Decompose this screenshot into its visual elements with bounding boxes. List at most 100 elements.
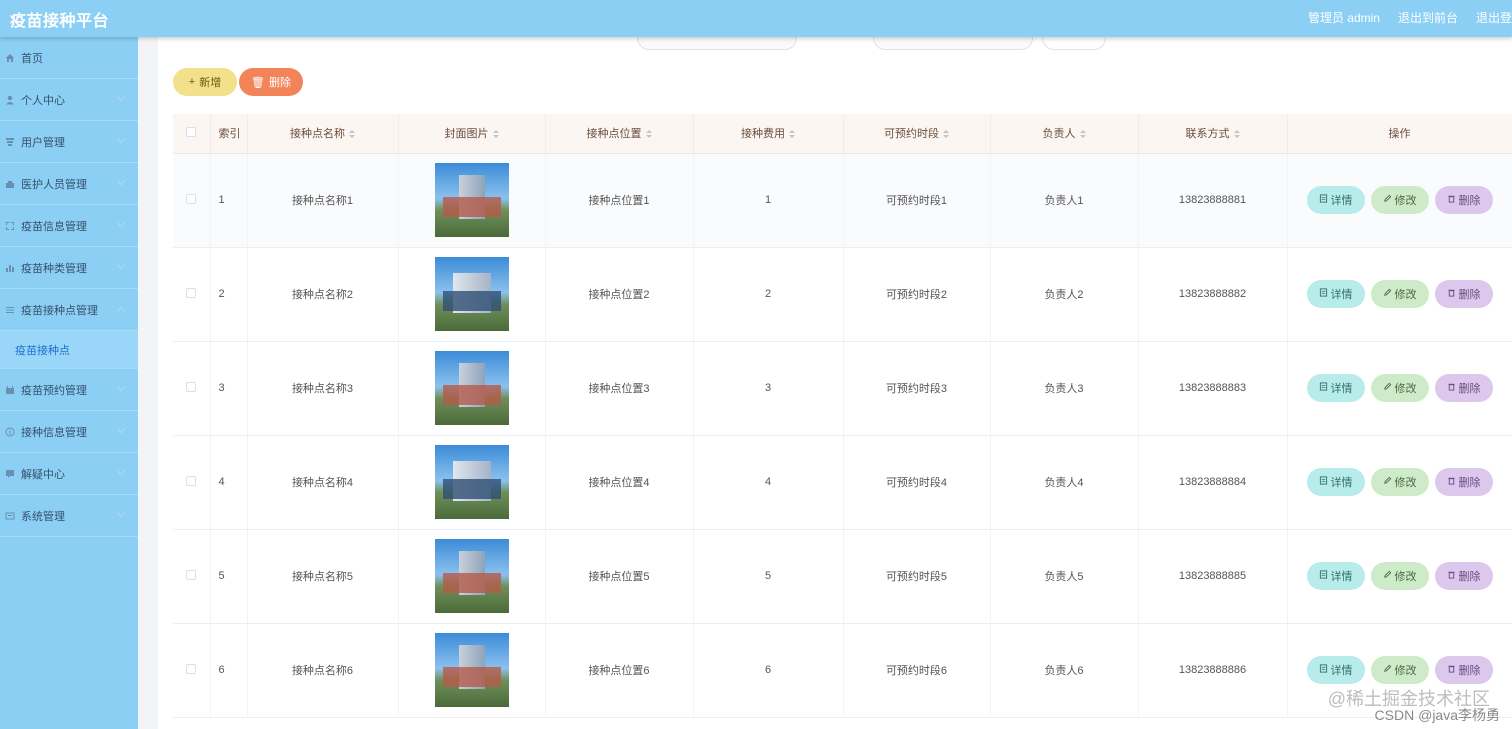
edit-button[interactable]: 修改 bbox=[1370, 186, 1429, 214]
delete-button[interactable]: 删除 bbox=[1434, 280, 1493, 308]
cover-image bbox=[434, 163, 509, 237]
sidebar-item-appointments[interactable]: 疫苗预约管理 bbox=[0, 369, 138, 411]
add-button[interactable]: + 新增 bbox=[173, 68, 237, 96]
sidebar-item-vaccination-points[interactable]: 疫苗接种点管理 bbox=[0, 289, 138, 331]
delete-button[interactable]: 删除 bbox=[1434, 374, 1493, 402]
column-header-cover[interactable]: 封面图片 bbox=[398, 114, 546, 154]
cover-image bbox=[434, 257, 509, 331]
row-checkbox[interactable] bbox=[186, 569, 197, 580]
row-checkbox[interactable] bbox=[186, 475, 197, 486]
detail-button[interactable]: 详情 bbox=[1306, 280, 1365, 308]
cell-cover bbox=[398, 341, 546, 436]
cell-slot: 可预约时段2 bbox=[843, 247, 991, 342]
logout-link[interactable]: 退出登 bbox=[1476, 9, 1512, 26]
sort-icon[interactable] bbox=[349, 129, 355, 139]
cell-slot: 可预约时段3 bbox=[843, 341, 991, 436]
table-row[interactable]: 4 接种点名称4 接种点位置4 4 可预约时段4 负责人4 13823888884 详情 修改删… bbox=[173, 435, 1512, 530]
select-all-header[interactable] bbox=[173, 114, 211, 154]
edit-button[interactable]: 修改 bbox=[1370, 374, 1429, 402]
row-select-cell[interactable] bbox=[173, 153, 211, 248]
row-select-cell[interactable] bbox=[173, 341, 211, 436]
cell-phone: 13823888883 bbox=[1138, 341, 1288, 436]
content-gutter bbox=[138, 37, 158, 729]
chevron-down-icon bbox=[116, 260, 126, 270]
row-checkbox[interactable] bbox=[186, 193, 197, 204]
column-header-slot[interactable]: 可预约时段 bbox=[843, 114, 991, 154]
column-header-owner[interactable]: 负责人 bbox=[990, 114, 1139, 154]
row-select-cell[interactable] bbox=[173, 623, 211, 718]
bar-chart-icon bbox=[4, 262, 16, 274]
question-icon bbox=[4, 468, 16, 480]
list-icon bbox=[4, 304, 16, 316]
select-all-checkbox[interactable] bbox=[186, 126, 197, 137]
cell-location: 接种点位置5 bbox=[545, 529, 694, 624]
detail-button[interactable]: 详情 bbox=[1306, 186, 1365, 214]
table-row[interactable]: 1 接种点名称1 接种点位置1 1 可预约时段1 负责人1 13823888881 详情 修改删… bbox=[173, 153, 1512, 248]
sidebar-subitem-vaccination-point[interactable]: 疫苗接种点 bbox=[0, 331, 138, 369]
sidebar-item-faq[interactable]: 解疑中心 bbox=[0, 453, 138, 495]
detail-button[interactable]: 详情 bbox=[1306, 656, 1365, 684]
edit-button[interactable]: 修改 bbox=[1370, 468, 1429, 496]
users-icon bbox=[4, 136, 16, 148]
table-header-row: 索引 接种点名称 封面图片 接种点位置 接种费用 可预约时段 负责人 联系方式 … bbox=[173, 114, 1512, 154]
table-row[interactable]: 6 接种点名称6 接种点位置6 6 可预约时段6 负责人6 13823888886 详情 修改删… bbox=[173, 623, 1512, 718]
user-icon bbox=[4, 94, 16, 106]
sidebar-item-profile[interactable]: 个人中心 bbox=[0, 79, 138, 121]
column-header-name[interactable]: 接种点名称 bbox=[247, 114, 399, 154]
sidebar-item-vaccination-info[interactable]: 接种信息管理 bbox=[0, 411, 138, 453]
sidebar-item-label: 个人中心 bbox=[21, 94, 65, 107]
cell-location: 接种点位置3 bbox=[545, 341, 694, 436]
plus-icon: + bbox=[188, 76, 196, 88]
row-checkbox[interactable] bbox=[186, 663, 197, 674]
edit-button[interactable]: 修改 bbox=[1370, 280, 1429, 308]
table-row[interactable]: 3 接种点名称3 接种点位置3 3 可预约时段3 负责人3 13823888883 详情 修改删… bbox=[173, 341, 1512, 436]
delete-button[interactable]: 删除 bbox=[1434, 186, 1493, 214]
sidebar-item-vaccine-types[interactable]: 疫苗种类管理 bbox=[0, 247, 138, 289]
table-row[interactable]: 5 接种点名称5 接种点位置5 5 可预约时段5 负责人5 13823888885 详情 修改删… bbox=[173, 529, 1512, 624]
delete-button[interactable]: 删除 bbox=[1434, 468, 1493, 496]
chevron-down-icon bbox=[116, 134, 126, 144]
detail-button[interactable]: 详情 bbox=[1306, 374, 1365, 402]
sort-icon[interactable] bbox=[943, 129, 949, 139]
column-header-location[interactable]: 接种点位置 bbox=[545, 114, 694, 154]
row-checkbox[interactable] bbox=[186, 381, 197, 392]
sidebar-item-medical-staff[interactable]: 医护人员管理 bbox=[0, 163, 138, 205]
row-select-cell[interactable] bbox=[173, 435, 211, 530]
chevron-down-icon bbox=[116, 176, 126, 186]
delete-button[interactable]: 删除 bbox=[1434, 656, 1493, 684]
vaccination-point-table: 索引 接种点名称 封面图片 接种点位置 接种费用 可预约时段 负责人 联系方式 … bbox=[173, 114, 1512, 718]
row-select-cell[interactable] bbox=[173, 529, 211, 624]
exit-to-front-link[interactable]: 退出到前台 bbox=[1398, 9, 1458, 26]
chevron-down-icon bbox=[116, 508, 126, 518]
cell-index: 5 bbox=[210, 529, 248, 624]
detail-button[interactable]: 详情 bbox=[1306, 468, 1365, 496]
detail-button[interactable]: 详情 bbox=[1306, 562, 1365, 590]
sidebar-item-label: 疫苗预约管理 bbox=[21, 384, 87, 397]
cell-owner: 负责人5 bbox=[990, 529, 1139, 624]
sort-icon[interactable] bbox=[645, 129, 652, 139]
cell-name: 接种点名称1 bbox=[247, 153, 399, 248]
cell-fee: 6 bbox=[693, 623, 844, 718]
delete-button[interactable]: 删除 bbox=[1434, 562, 1493, 590]
sort-icon[interactable] bbox=[1079, 129, 1086, 139]
column-header-fee[interactable]: 接种费用 bbox=[693, 114, 844, 154]
edit-button[interactable]: 修改 bbox=[1370, 562, 1429, 590]
cell-phone: 13823888882 bbox=[1138, 247, 1288, 342]
sort-icon[interactable] bbox=[789, 129, 795, 139]
app-title: 疫苗接种平台 bbox=[10, 13, 110, 30]
sidebar-item-system[interactable]: 系统管理 bbox=[0, 495, 138, 537]
row-checkbox[interactable] bbox=[186, 287, 197, 298]
sidebar-item-vaccine-info[interactable]: 疫苗信息管理 bbox=[0, 205, 138, 247]
cell-cover bbox=[398, 529, 546, 624]
sidebar-item-home[interactable]: 首页 bbox=[0, 37, 138, 79]
sort-icon[interactable] bbox=[492, 129, 499, 139]
chevron-down-icon bbox=[116, 382, 126, 392]
edit-button[interactable]: 修改 bbox=[1370, 656, 1429, 684]
batch-delete-button[interactable]: 🗑 删除 bbox=[239, 68, 303, 96]
row-select-cell[interactable] bbox=[173, 247, 211, 342]
table-row[interactable]: 2 接种点名称2 接种点位置2 2 可预约时段2 负责人2 13823888882 详情 修改删… bbox=[173, 247, 1512, 342]
cell-owner: 负责人1 bbox=[990, 153, 1139, 248]
sort-icon[interactable] bbox=[1233, 129, 1240, 139]
column-header-phone[interactable]: 联系方式 bbox=[1138, 114, 1288, 154]
sidebar-item-users[interactable]: 用户管理 bbox=[0, 121, 138, 163]
